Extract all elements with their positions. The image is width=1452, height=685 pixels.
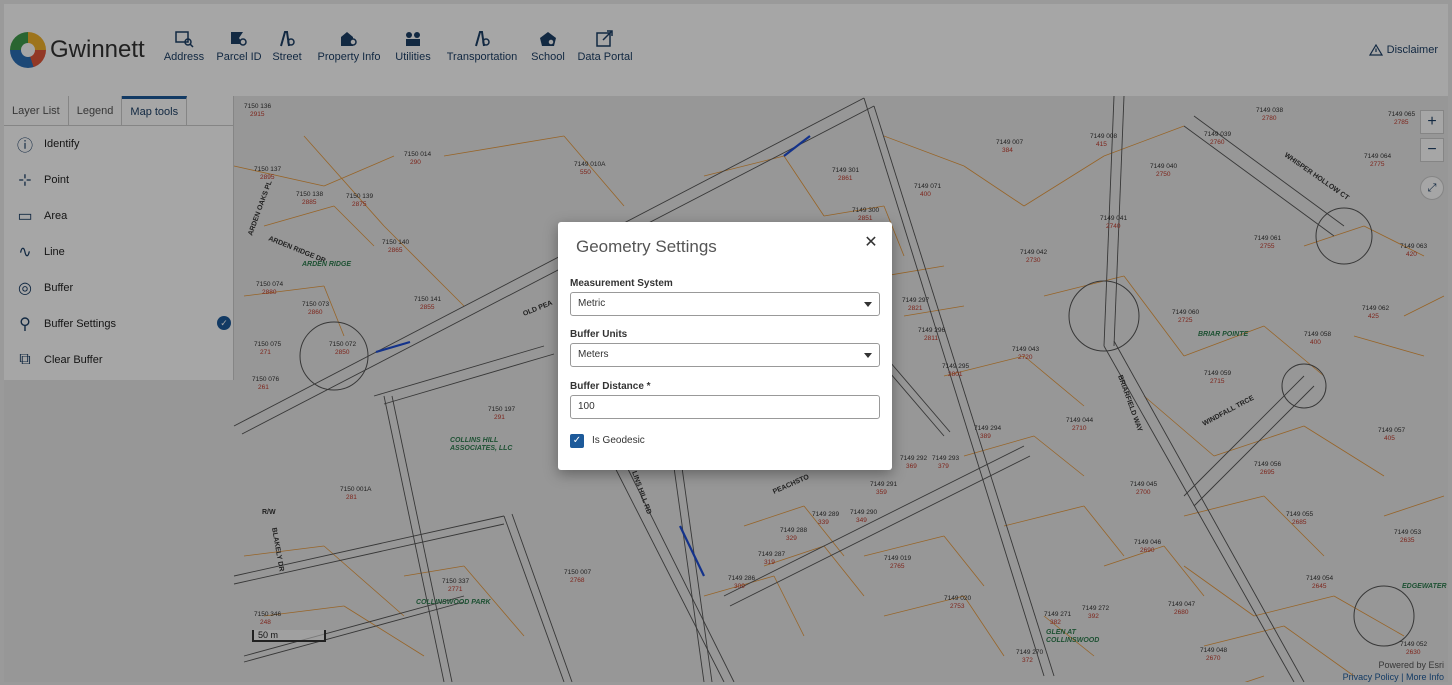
buffer-units-label: Buffer Units <box>570 329 628 340</box>
measurement-system-value: Metric <box>578 298 606 309</box>
chevron-down-icon <box>864 353 872 358</box>
buffer-distance-input[interactable]: 100 <box>570 395 880 419</box>
buffer-units-value: Meters <box>578 349 609 360</box>
measurement-system-label: Measurement System <box>570 278 673 289</box>
geometry-settings-dialog: Geometry Settings ✕ Measurement System M… <box>558 222 892 470</box>
app-window: Gwinnett Address Parcel ID Street Proper… <box>4 4 1448 682</box>
geodesic-checkbox[interactable]: ✓ <box>570 434 584 448</box>
dialog-title: Geometry Settings <box>576 237 717 256</box>
buffer-units-select[interactable]: Meters <box>570 343 880 367</box>
chevron-down-icon <box>864 302 872 307</box>
buffer-distance-value: 100 <box>578 401 595 412</box>
measurement-system-select[interactable]: Metric <box>570 292 880 316</box>
geodesic-label: Is Geodesic <box>592 435 645 446</box>
close-icon[interactable]: ✕ <box>862 234 880 252</box>
buffer-distance-label: Buffer Distance * <box>570 381 651 392</box>
